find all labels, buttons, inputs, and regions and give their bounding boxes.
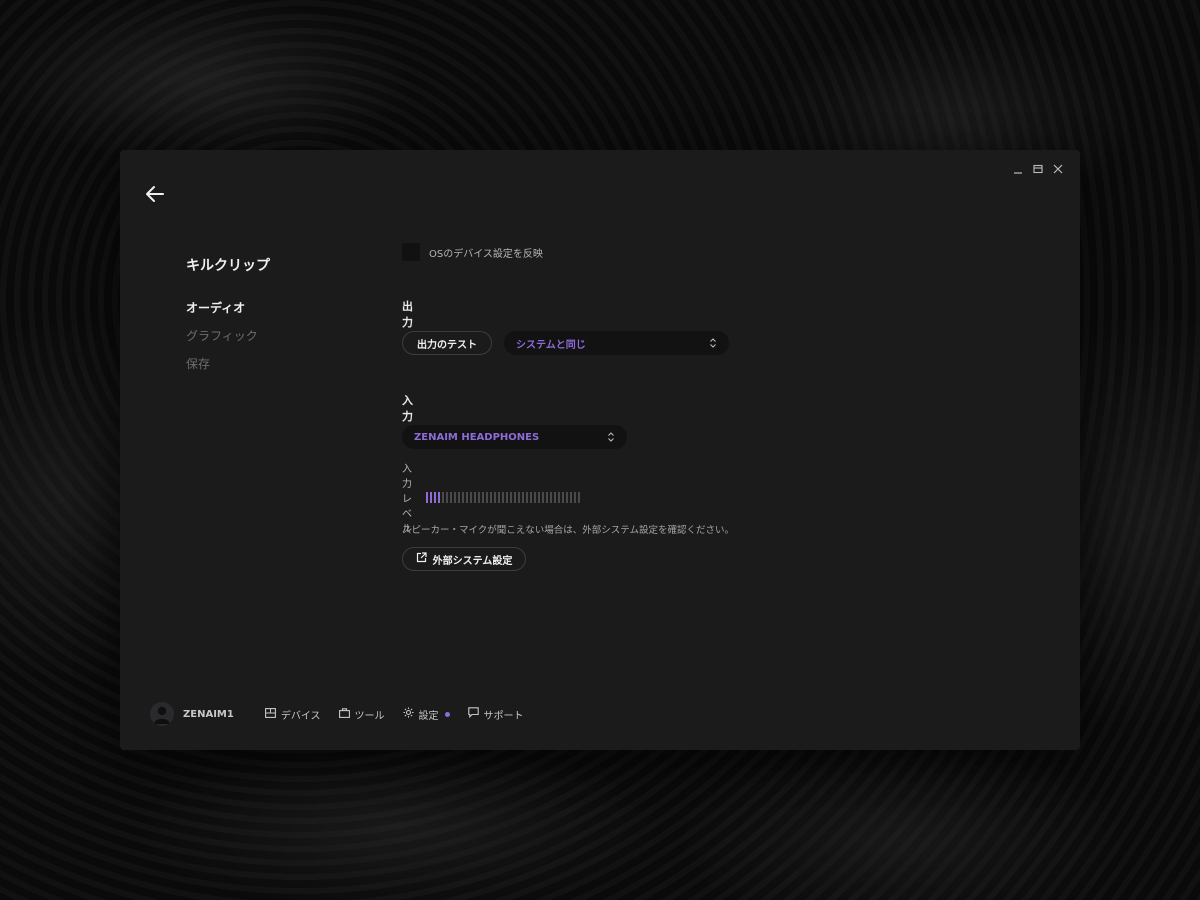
level-segment <box>526 492 528 503</box>
external-settings-button[interactable]: 外部システム設定 <box>402 547 526 571</box>
level-segment <box>546 492 548 503</box>
level-segment <box>510 492 512 503</box>
output-device-value: システムと同じ <box>516 339 586 351</box>
level-segment <box>514 492 516 503</box>
sidebar-item-graphics[interactable]: グラフィック <box>186 328 258 344</box>
footer-nav-label: サポート <box>483 710 524 722</box>
app-title: キルクリップ <box>186 258 270 274</box>
level-segment <box>482 492 484 503</box>
level-segment <box>454 492 456 503</box>
username: ZENAIM1 <box>183 708 234 720</box>
footer-nav-support[interactable]: サポート <box>467 707 524 722</box>
mirror-os-setting: OSのデバイス設定を反映 <box>402 243 662 261</box>
mirror-os-label: OSのデバイス設定を反映 <box>429 248 543 260</box>
device-icon <box>264 707 276 721</box>
avatar[interactable] <box>150 702 174 726</box>
level-segment <box>450 492 452 503</box>
level-segment <box>522 492 524 503</box>
level-segment <box>486 492 488 503</box>
level-segment <box>474 492 476 503</box>
level-segment <box>542 492 544 503</box>
level-segment <box>578 492 580 503</box>
chevron-updown-icon <box>709 334 717 353</box>
level-segment <box>498 492 500 503</box>
level-segment <box>494 492 496 503</box>
input-level-meter <box>426 492 580 503</box>
level-segment <box>442 492 444 503</box>
external-settings-label: 外部システム設定 <box>432 555 513 567</box>
level-segment <box>530 492 532 503</box>
input-section-title: 入力 <box>402 394 413 423</box>
footer-nav-devices[interactable]: デバイス <box>264 707 321 722</box>
footer-nav-label: ツール <box>354 710 385 722</box>
input-device-select[interactable]: ZENAIM HEADPHONES <box>402 425 627 449</box>
level-segment <box>438 492 440 503</box>
mirror-os-checkbox[interactable] <box>402 243 420 261</box>
output-test-button[interactable]: 出力のテスト <box>402 331 492 355</box>
minimize-icon[interactable] <box>1012 162 1024 176</box>
settings-window: キルクリップ オーディオ グラフィック 保存 OSのデバイス設定を反映 出力 出… <box>120 150 1080 750</box>
sidebar-item-audio[interactable]: オーディオ <box>186 300 258 316</box>
level-segment <box>550 492 552 503</box>
footer-nav-label: デバイス <box>280 710 321 722</box>
level-segment <box>534 492 536 503</box>
level-segment <box>518 492 520 503</box>
output-section-title: 出力 <box>402 300 413 329</box>
level-segment <box>562 492 564 503</box>
level-segment <box>490 492 492 503</box>
chat-icon <box>467 707 479 721</box>
footer-nav-settings[interactable]: 設定 <box>403 707 450 722</box>
footer-bar: ZENAIM1 デバイス ツール 設定 サポート <box>150 702 542 726</box>
active-indicator-dot <box>444 711 450 717</box>
level-segment <box>462 492 464 503</box>
level-segment <box>570 492 572 503</box>
chevron-updown-icon <box>607 428 615 447</box>
level-segment <box>466 492 468 503</box>
sidebar-nav: オーディオ グラフィック 保存 <box>186 300 258 372</box>
level-segment <box>426 492 428 503</box>
level-segment <box>470 492 472 503</box>
level-segment <box>574 492 576 503</box>
level-segment <box>538 492 540 503</box>
sidebar-item-save[interactable]: 保存 <box>186 356 258 372</box>
level-segment <box>506 492 508 503</box>
level-segment <box>566 492 568 503</box>
level-segment <box>558 492 560 503</box>
level-segment <box>434 492 436 503</box>
footer-nav-tools[interactable]: ツール <box>338 707 385 722</box>
input-device-value: ZENAIM HEADPHONES <box>414 431 540 443</box>
maximize-icon[interactable] <box>1032 162 1044 176</box>
level-segment <box>458 492 460 503</box>
level-segment <box>478 492 480 503</box>
level-segment <box>554 492 556 503</box>
output-device-select[interactable]: システムと同じ <box>504 331 729 355</box>
level-segment <box>502 492 504 503</box>
close-icon[interactable] <box>1052 162 1064 176</box>
level-segment <box>446 492 448 503</box>
notice-text: スピーカー・マイクが聞こえない場合は、外部システム設定を確認ください。 <box>402 525 735 536</box>
window-controls <box>1012 162 1064 176</box>
gear-icon <box>403 707 414 721</box>
external-link-icon <box>416 552 427 566</box>
level-segment <box>430 492 432 503</box>
back-arrow-icon[interactable] <box>144 183 168 207</box>
footer-nav-label: 設定 <box>418 710 439 722</box>
toolbox-icon <box>338 707 350 721</box>
